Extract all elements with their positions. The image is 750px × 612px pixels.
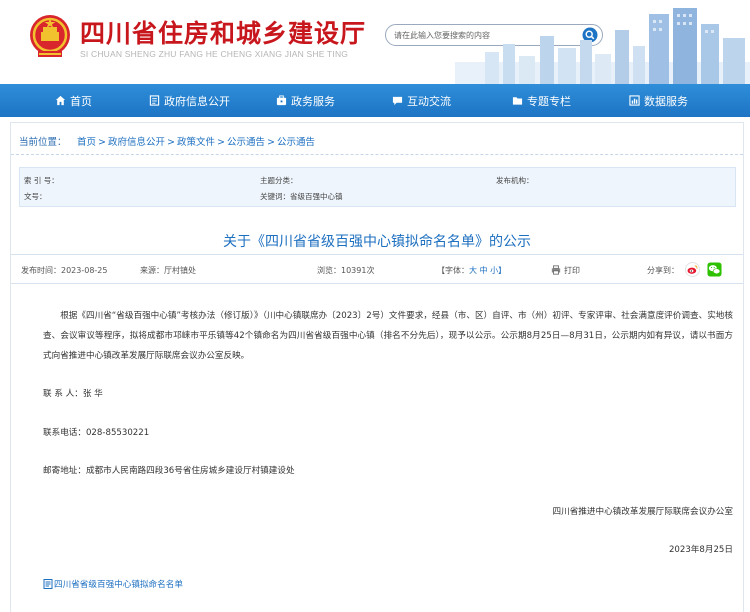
contact-person: 联 系 人：张 华	[43, 389, 103, 399]
signing-organization: 四川省推进中心镇改革发展厅际联席会议办公室	[552, 507, 733, 517]
data-icon	[629, 95, 640, 106]
folder-icon	[512, 97, 523, 105]
font-size-options[interactable]: 大 中 小】	[469, 266, 506, 275]
site-header: 四川省住房和城乡建设厅 SI CHUAN SHENG ZHU FANG HE C…	[0, 0, 750, 84]
home-icon	[55, 95, 66, 106]
service-icon	[276, 95, 287, 106]
city-skyline-illustration	[455, 8, 750, 84]
nav-item-label: 数据服务	[644, 94, 688, 108]
attachment-label: 四川省省级百强中心镇拟命名名单	[54, 580, 183, 590]
site-pinyin-subtitle: SI CHUAN SHENG ZHU FANG HE CHENG XIANG J…	[80, 49, 349, 59]
font-size-label: 【字体：	[437, 266, 469, 275]
nav-item-label: 政务服务	[291, 94, 335, 108]
breadcrumb-path: 首页 > 政府信息公开 > 政策文件 > 公示通告 > 公示通告	[77, 134, 315, 148]
publish-date: 发布时间：2023-08-25	[21, 266, 108, 275]
article-info-bar: 发布时间：2023-08-25 来源：厅村镇处 浏览：10391次 【字体：大 …	[11, 254, 743, 284]
content-panel: 当前位置： 首页 > 政府信息公开 > 政策文件 > 公示通告 > 公示通告 索 引 号： 文号…	[10, 122, 744, 612]
breadcrumb-link-notices[interactable]: 公示通告	[227, 137, 265, 148]
breadcrumb-link-notices-current[interactable]: 公示通告	[277, 137, 315, 148]
nav-item-label: 首页	[70, 94, 92, 108]
meta-index-number: 索 引 号：	[24, 176, 59, 185]
print-icon[interactable]	[551, 265, 561, 275]
nav-item-data-services[interactable]: 数据服务	[629, 84, 688, 117]
article-source: 来源：厅村镇处	[140, 266, 196, 275]
nav-item-label: 政府信息公开	[164, 94, 230, 108]
meta-document-number: 文号：	[24, 192, 47, 201]
nav-item-label: 专题专栏	[527, 94, 571, 108]
meta-keywords: 关键词：省级百强中心镇	[260, 192, 343, 201]
breadcrumb-link-policy-files[interactable]: 政策文件	[177, 137, 215, 148]
view-count: 浏览：10391次	[317, 266, 375, 275]
breadcrumb: 当前位置： 首页 > 政府信息公开 > 政策文件 > 公示通告 > 公示通告	[11, 123, 743, 155]
national-emblem-icon	[30, 15, 70, 57]
wechat-icon[interactable]	[707, 262, 722, 277]
article-title: 关于《四川省省级百强中心镇拟命名名单》的公示	[223, 234, 531, 250]
document-icon	[149, 95, 160, 106]
nav-item-gov-services[interactable]: 政务服务	[276, 84, 335, 117]
nav-item-info-disclosure[interactable]: 政府信息公开	[149, 84, 230, 117]
breadcrumb-separator: >	[167, 137, 175, 148]
contact-phone: 联系电话：028-85530221	[43, 428, 150, 438]
print-link[interactable]: 打印	[564, 265, 580, 276]
share-label: 分享到：	[647, 266, 679, 275]
breadcrumb-link-home[interactable]: 首页	[77, 137, 96, 148]
font-size-control: 【字体：大 中 小】	[437, 265, 506, 276]
article-body: 根据《四川省“省级百强中心镇”考核办法（修订版）》（川中心镇联席办〔2023〕2…	[43, 311, 733, 361]
breadcrumb-separator: >	[216, 137, 225, 148]
meta-category: 主题分类：	[260, 176, 298, 185]
attachment-link[interactable]: 四川省省级百强中心镇拟命名名单	[43, 578, 183, 590]
nav-item-special-topics[interactable]: 专题专栏	[512, 84, 571, 117]
nav-item-label: 互动交流	[407, 94, 451, 108]
nav-item-home[interactable]: 首页	[55, 84, 92, 117]
document-meta-box: 索 引 号： 文号： 主题分类： 关键词：省级百强中心镇 发布机构：	[19, 167, 736, 207]
breadcrumb-label: 当前位置：	[19, 137, 67, 148]
breadcrumb-separator: >	[266, 137, 275, 148]
nav-item-interaction[interactable]: 互动交流	[392, 84, 451, 117]
mailing-address: 邮寄地址：成都市人民南路四段36号省住房城乡建设厅村镇建设处	[43, 466, 295, 476]
chat-icon	[392, 96, 403, 106]
weibo-icon[interactable]	[685, 262, 700, 277]
meta-issuer: 发布机构：	[496, 176, 534, 185]
attachment-file-icon	[43, 579, 53, 589]
site-title: 四川省住房和城乡建设厅	[80, 19, 367, 48]
signing-date: 2023年8月25日	[668, 545, 733, 555]
breadcrumb-link-info-disclosure[interactable]: 政府信息公开	[108, 137, 165, 148]
breadcrumb-separator: >	[98, 137, 106, 148]
main-nav: 首页 政府信息公开 政务服务 互动交流 专题专栏 数据服务	[0, 84, 750, 117]
